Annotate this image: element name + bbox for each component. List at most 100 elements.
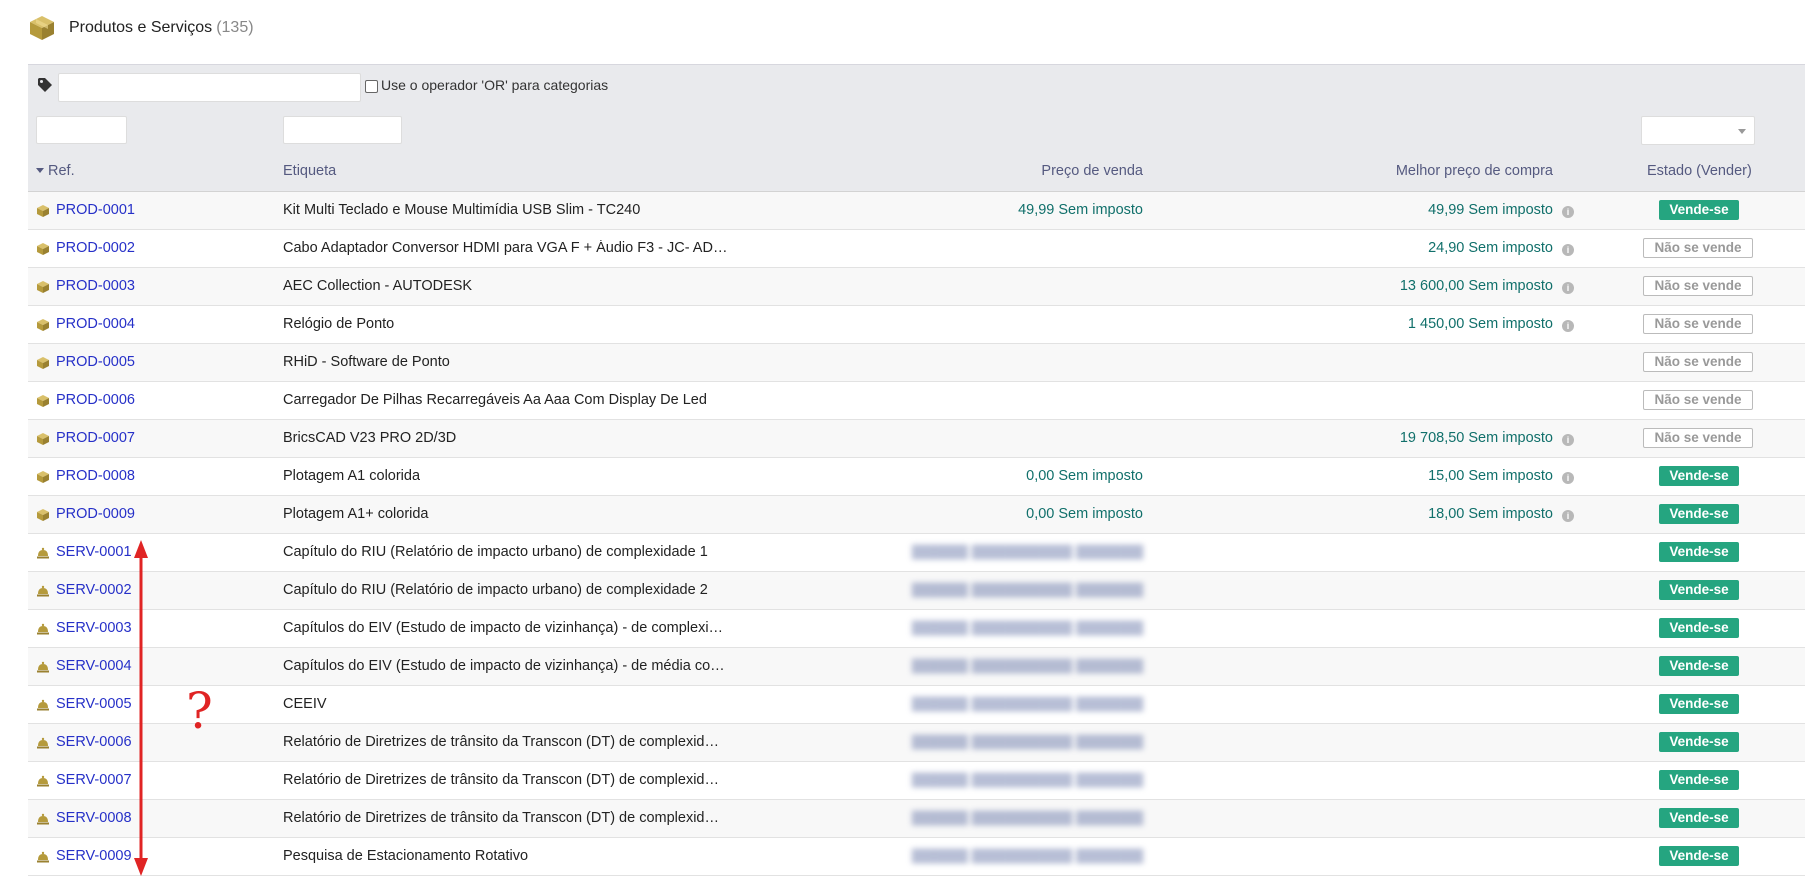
product-label: Kit Multi Teclado e Mouse Multimídia USB…	[283, 202, 641, 218]
label-search-input[interactable]	[283, 116, 402, 144]
ref-link[interactable]: SERV-0009	[56, 848, 132, 864]
ref-link[interactable]: PROD-0004	[56, 316, 135, 332]
service-icon	[37, 737, 49, 749]
table-row: PROD-0009 Plotagem A1+ colorida 0,00 Sem i…	[28, 496, 1805, 534]
product-label: CEEIV	[283, 696, 327, 712]
ref-link[interactable]: PROD-0006	[56, 392, 135, 408]
table-row: PROD-0005 RHiD - Software de Ponto Não se …	[28, 344, 1805, 382]
column-header-best-buy-price[interactable]: Melhor preço de compra	[1396, 163, 1553, 179]
product-label: Capítulo do RIU (Relatório de impacto ur…	[283, 544, 708, 560]
status-badge[interactable]: Vende-se	[1659, 504, 1739, 524]
sell-price-blurred: ▇▇▇▇▇ ▇▇▇▇▇▇▇▇▇ ▇▇▇▇▇▇	[911, 658, 1143, 674]
status-badge[interactable]: Não se vende	[1643, 428, 1753, 448]
category-filter-row: Use o operador 'OR' para categorias	[28, 65, 1805, 109]
product-icon	[37, 319, 49, 331]
product-label: BricsCAD V23 PRO 2D/3D	[283, 430, 457, 446]
status-badge[interactable]: Vende-se	[1659, 846, 1739, 866]
product-icon	[37, 243, 49, 255]
ref-link[interactable]: SERV-0008	[56, 810, 132, 826]
column-header-sell-price[interactable]: Preço de venda	[1041, 163, 1143, 179]
product-label: Cabo Adaptador Conversor HDMI para VGA F…	[283, 240, 728, 256]
info-icon[interactable]: i	[1562, 510, 1574, 522]
status-badge[interactable]: Vende-se	[1659, 656, 1739, 676]
info-icon[interactable]: i	[1562, 206, 1574, 218]
product-icon	[37, 471, 49, 483]
product-label: Plotagem A1 colorida	[283, 468, 421, 484]
status-badge[interactable]: Vende-se	[1659, 580, 1739, 600]
ref-link[interactable]: PROD-0008	[56, 468, 135, 484]
sell-price-blurred: ▇▇▇▇▇ ▇▇▇▇▇▇▇▇▇ ▇▇▇▇▇▇	[911, 582, 1143, 598]
table-header: Ref. Etiqueta Preço de venda Melhor preç…	[28, 153, 1805, 192]
sell-price-blurred: ▇▇▇▇▇ ▇▇▇▇▇▇▇▇▇ ▇▇▇▇▇▇	[911, 544, 1143, 560]
info-icon[interactable]: i	[1562, 282, 1574, 294]
status-badge[interactable]: Vende-se	[1659, 618, 1739, 638]
table-row: SERV-0005 CEEIV ▇▇▇▇▇ ▇▇▇▇▇▇▇▇▇ ▇▇▇▇▇▇ Vend…	[28, 686, 1805, 724]
ref-link[interactable]: PROD-0007	[56, 430, 135, 446]
table-row: PROD-0006 Carregador De Pilhas Recarregáv…	[28, 382, 1805, 420]
sell-price: 0,00 Sem imposto	[1026, 468, 1143, 484]
ref-link[interactable]: PROD-0002	[56, 240, 135, 256]
product-label: Capítulos do EIV (Estudo de impacto de v…	[283, 620, 724, 636]
table-row: SERV-0008 Relatório de Diretrizes de trân…	[28, 800, 1805, 838]
column-header-ref[interactable]: Ref.	[34, 163, 75, 179]
sell-price-blurred: ▇▇▇▇▇ ▇▇▇▇▇▇▇▇▇ ▇▇▇▇▇▇	[911, 848, 1143, 864]
table-row: PROD-0001 Kit Multi Teclado e Mouse Multi…	[28, 192, 1805, 230]
status-badge[interactable]: Não se vende	[1643, 352, 1753, 372]
table-row: SERV-0003 Capítulos do EIV (Estudo de imp…	[28, 610, 1805, 648]
product-label: Carregador De Pilhas Recarregáveis Aa Aa…	[283, 392, 707, 408]
table-row: SERV-0002 Capítulo do RIU (Relatório de i…	[28, 572, 1805, 610]
product-label: Relatório de Diretrizes de trânsito da T…	[283, 734, 719, 750]
sell-price-blurred: ▇▇▇▇▇ ▇▇▇▇▇▇▇▇▇ ▇▇▇▇▇▇	[911, 810, 1143, 826]
best-buy-price: 18,00 Sem imposto	[1428, 506, 1553, 522]
ref-link[interactable]: SERV-0006	[56, 734, 132, 750]
ref-link[interactable]: PROD-0009	[56, 506, 135, 522]
page-header: Produtos e Serviços (135)	[28, 10, 254, 46]
category-filter-input[interactable]	[58, 73, 361, 102]
info-icon[interactable]: i	[1562, 434, 1574, 446]
sort-desc-icon	[36, 167, 44, 173]
status-badge[interactable]: Não se vende	[1643, 238, 1753, 258]
table-row: PROD-0007 BricsCAD V23 PRO 2D/3D 19 708,50…	[28, 420, 1805, 458]
table-row: PROD-0004 Relógio de Ponto 1 450,00 Sem im…	[28, 306, 1805, 344]
info-icon[interactable]: i	[1562, 472, 1574, 484]
tag-icon	[38, 78, 52, 92]
status-filter-select[interactable]	[1641, 116, 1755, 145]
ref-link[interactable]: SERV-0001	[56, 544, 132, 560]
sell-price-blurred: ▇▇▇▇▇ ▇▇▇▇▇▇▇▇▇ ▇▇▇▇▇▇	[911, 620, 1143, 636]
annotation-question-mark: ?	[186, 682, 213, 740]
info-icon[interactable]: i	[1562, 320, 1574, 332]
sell-price-blurred: ▇▇▇▇▇ ▇▇▇▇▇▇▇▇▇ ▇▇▇▇▇▇	[911, 696, 1143, 712]
ref-link[interactable]: PROD-0001	[56, 202, 135, 218]
status-badge[interactable]: Vende-se	[1659, 542, 1739, 562]
column-header-label[interactable]: Etiqueta	[283, 163, 336, 179]
product-icon	[37, 395, 49, 407]
status-badge[interactable]: Vende-se	[1659, 466, 1739, 486]
ref-link[interactable]: PROD-0003	[56, 278, 135, 294]
service-icon	[37, 585, 49, 597]
status-badge[interactable]: Vende-se	[1659, 770, 1739, 790]
best-buy-price: 15,00 Sem imposto	[1428, 468, 1553, 484]
ref-search-input[interactable]	[36, 116, 127, 144]
ref-link[interactable]: SERV-0004	[56, 658, 132, 674]
status-badge[interactable]: Vende-se	[1659, 732, 1739, 752]
product-label: Relógio de Ponto	[283, 316, 395, 332]
column-header-status[interactable]: Estado (Vender)	[1647, 163, 1752, 179]
ref-link[interactable]: SERV-0007	[56, 772, 132, 788]
product-label: Capítulo do RIU (Relatório de impacto ur…	[283, 582, 708, 598]
status-badge[interactable]: Não se vende	[1643, 314, 1753, 334]
status-badge[interactable]: Não se vende	[1643, 276, 1753, 296]
info-icon[interactable]: i	[1562, 244, 1574, 256]
ref-link[interactable]: SERV-0002	[56, 582, 132, 598]
status-badge[interactable]: Não se vende	[1643, 390, 1753, 410]
status-badge[interactable]: Vende-se	[1659, 694, 1739, 714]
ref-link[interactable]: SERV-0005	[56, 696, 132, 712]
sell-price-blurred: ▇▇▇▇▇ ▇▇▇▇▇▇▇▇▇ ▇▇▇▇▇▇	[911, 734, 1143, 750]
service-icon	[37, 661, 49, 673]
ref-link[interactable]: SERV-0003	[56, 620, 132, 636]
product-list: Use o operador 'OR' para categorias Ref.…	[28, 64, 1805, 876]
status-badge[interactable]: Vende-se	[1659, 808, 1739, 828]
service-icon	[37, 851, 49, 863]
status-badge[interactable]: Vende-se	[1659, 200, 1739, 220]
ref-link[interactable]: PROD-0005	[56, 354, 135, 370]
or-operator-checkbox[interactable]	[365, 80, 378, 93]
